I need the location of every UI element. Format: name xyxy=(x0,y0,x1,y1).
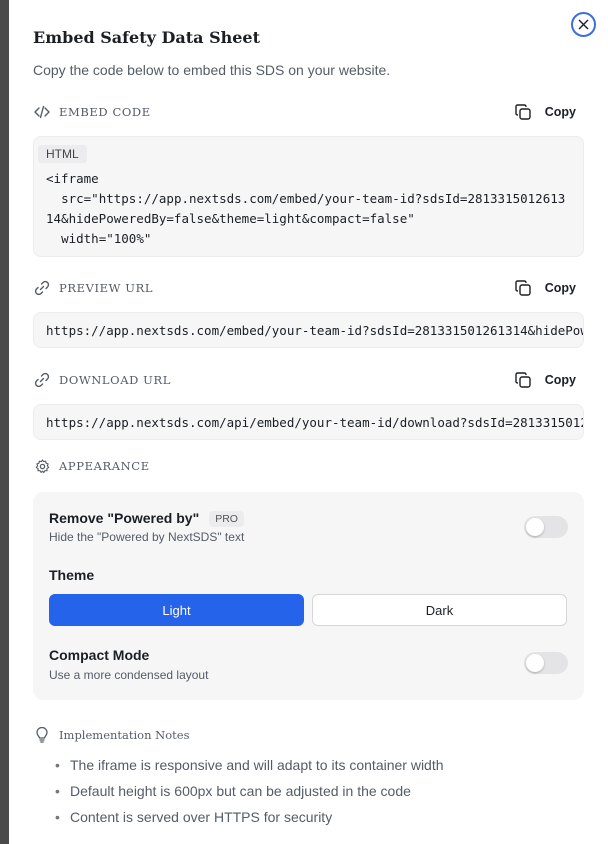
modal-title: Embed Safety Data Sheet xyxy=(33,28,260,47)
download-url-field[interactable]: https://app.nextsds.com/api/embed/your-t… xyxy=(33,404,584,440)
code-language-tag: HTML xyxy=(38,145,87,163)
appearance-label: APPEARANCE xyxy=(59,459,150,473)
preview-url-label: PREVIEW URL xyxy=(59,281,154,295)
download-url-header: DOWNLOAD URL Copy xyxy=(33,370,584,390)
modal-subtitle: Copy the code below to embed this SDS on… xyxy=(33,62,391,78)
embed-code-header: EMBED CODE Copy xyxy=(33,102,584,122)
copy-preview-url-button[interactable]: Copy xyxy=(515,280,584,296)
embed-modal: Embed Safety Data Sheet Copy the code be… xyxy=(9,0,608,844)
gear-icon xyxy=(33,457,51,475)
copy-label: Copy xyxy=(544,373,576,387)
copy-icon xyxy=(515,280,531,296)
powered-by-option-title: Remove "Powered by" PRO xyxy=(49,510,244,528)
appearance-header: APPEARANCE xyxy=(33,456,584,476)
theme-title: Theme xyxy=(49,567,95,583)
embed-code-text[interactable]: <iframe src="https://app.nextsds.com/emb… xyxy=(34,163,583,249)
implementation-notes-title: Implementation Notes xyxy=(59,728,190,742)
pro-badge: PRO xyxy=(209,511,244,528)
embed-code-block[interactable]: HTML <iframe src="https://app.nextsds.co… xyxy=(33,136,584,257)
copy-embed-code-button[interactable]: Copy xyxy=(515,104,584,120)
preview-url-field[interactable]: https://app.nextsds.com/embed/your-team-… xyxy=(33,312,584,348)
list-item: • The iframe is responsive and will adapt… xyxy=(55,757,444,773)
compact-mode-title: Compact Mode xyxy=(49,647,150,663)
implementation-notes-header: Implementation Notes xyxy=(33,726,190,744)
close-icon xyxy=(578,19,589,30)
modal-backdrop[interactable] xyxy=(0,0,9,844)
copy-icon xyxy=(515,104,531,120)
theme-light-button[interactable]: Light xyxy=(49,594,304,626)
list-item: • Default height is 600px but can be adju… xyxy=(55,783,411,799)
copy-download-url-button[interactable]: Copy xyxy=(515,372,584,388)
link-icon xyxy=(33,371,51,389)
preview-url-header: PREVIEW URL Copy xyxy=(33,278,584,298)
copy-label: Copy xyxy=(544,105,576,119)
appearance-panel: Remove "Powered by" PRO Hide the "Powered… xyxy=(33,492,584,700)
lightbulb-icon xyxy=(33,726,51,744)
powered-by-description: Hide the "Powered by NextSDS" text xyxy=(49,530,245,544)
close-button[interactable] xyxy=(571,12,596,37)
code-icon xyxy=(33,103,51,121)
link-icon xyxy=(33,279,51,297)
powered-by-title-text: Remove "Powered by" xyxy=(49,510,200,526)
compact-mode-description: Use a more condensed layout xyxy=(49,668,209,682)
toggle-knob xyxy=(526,518,544,536)
embed-code-label: EMBED CODE xyxy=(59,105,151,119)
compact-mode-toggle[interactable] xyxy=(524,652,568,674)
download-url-label: DOWNLOAD URL xyxy=(59,373,171,387)
copy-icon xyxy=(515,372,531,388)
powered-by-toggle[interactable] xyxy=(524,516,568,538)
theme-dark-button[interactable]: Dark xyxy=(312,594,567,626)
implementation-notes-list: • The iframe is responsive and will adapt… xyxy=(55,752,444,830)
toggle-knob xyxy=(526,654,544,672)
copy-label: Copy xyxy=(544,281,576,295)
list-item: • Content is served over HTTPS for securi… xyxy=(55,809,333,825)
